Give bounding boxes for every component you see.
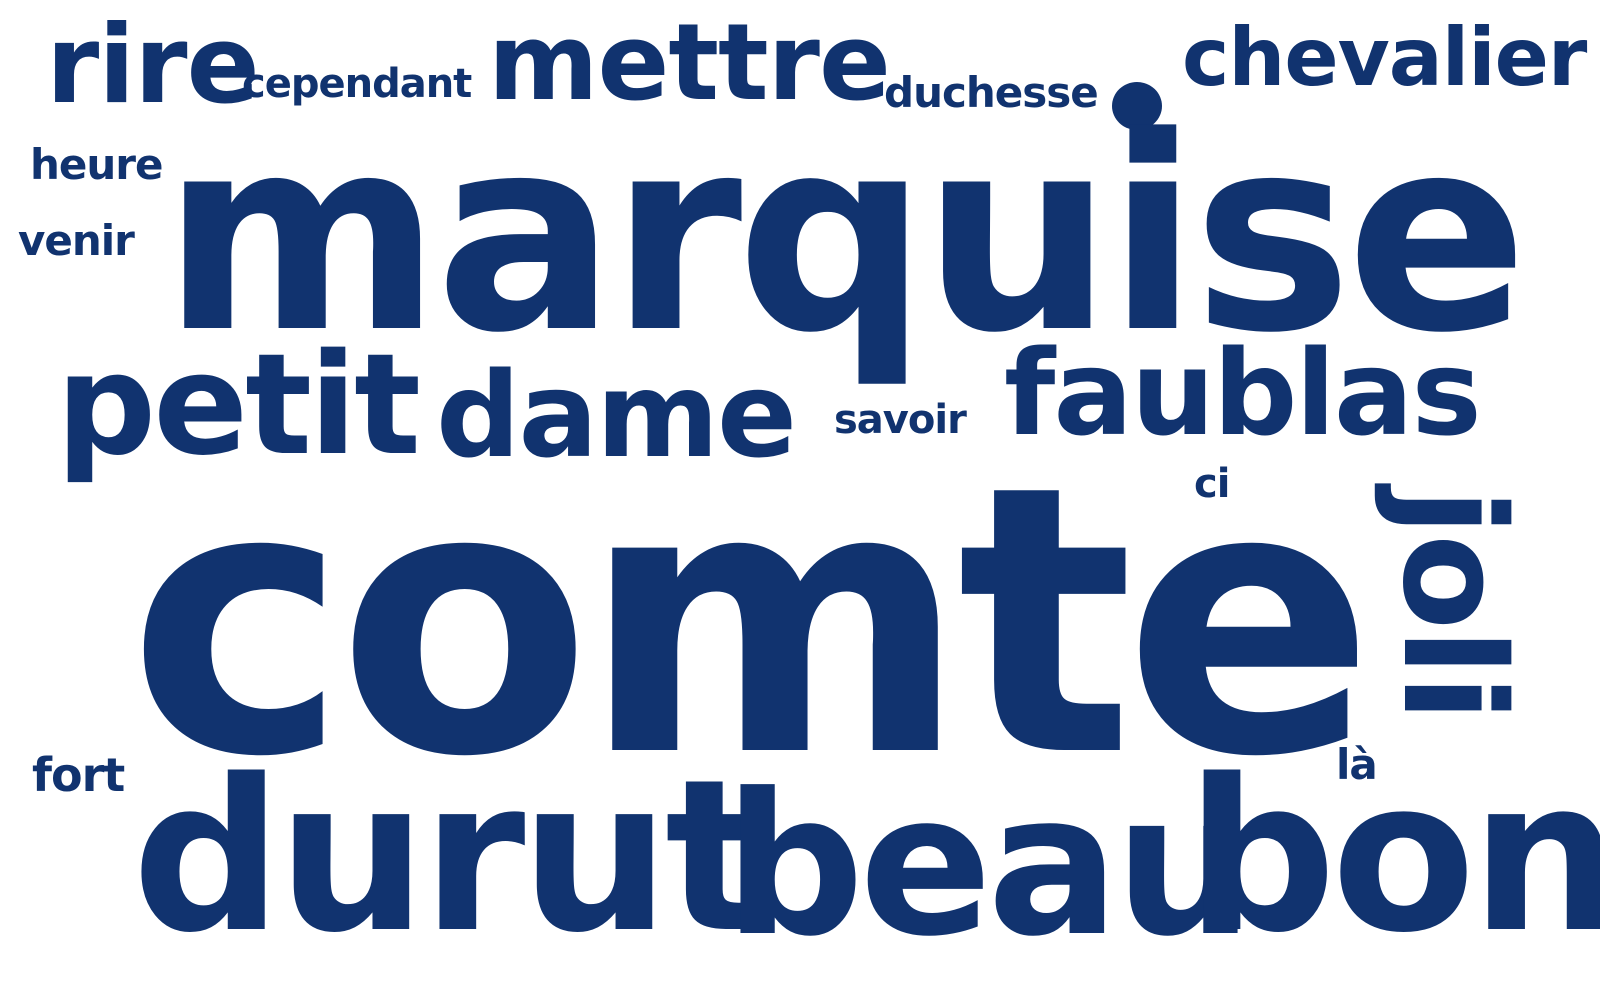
- word-joli: joli: [1371, 488, 1534, 721]
- word-beau: beau: [724, 752, 1254, 980]
- word-cloud: rire cependant mettre duchesse chevalier…: [0, 0, 1600, 1000]
- word-durut: durut: [132, 734, 765, 979]
- word-bon: bon: [1186, 734, 1600, 979]
- word-fort: fort: [32, 748, 125, 802]
- word-venir: venir: [18, 216, 135, 265]
- word-heure: heure: [30, 140, 163, 189]
